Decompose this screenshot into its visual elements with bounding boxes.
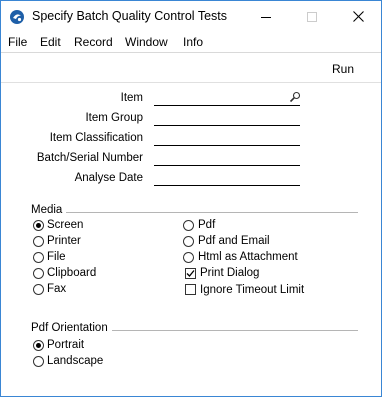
search-icon[interactable] bbox=[289, 91, 301, 103]
dialog-window: Specify Batch Quality Control Tests File… bbox=[0, 0, 382, 397]
checkbox-print-dialog-label[interactable]: Print Dialog bbox=[200, 267, 259, 279]
minimize-icon bbox=[261, 16, 271, 18]
checkmark-icon bbox=[186, 270, 195, 277]
radio-clipboard[interactable] bbox=[33, 268, 44, 279]
menu-info[interactable]: Info bbox=[183, 35, 203, 49]
radio-html-as-attachment[interactable] bbox=[183, 252, 194, 263]
toolbar-divider bbox=[1, 82, 381, 83]
media-group-line bbox=[31, 212, 358, 213]
minimize-button[interactable] bbox=[243, 1, 289, 32]
radio-fax-label[interactable]: Fax bbox=[47, 283, 66, 295]
radio-fax[interactable] bbox=[33, 284, 44, 295]
menu-divider bbox=[1, 52, 381, 53]
media-group-title: Media bbox=[31, 204, 67, 216]
batch-serial-number-label: Batch/Serial Number bbox=[36, 152, 143, 164]
menu-bar: File Edit Record Window Info bbox=[1, 32, 381, 52]
radio-pdf-and-email-label[interactable]: Pdf and Email bbox=[198, 235, 270, 247]
radio-printer-label[interactable]: Printer bbox=[47, 235, 81, 247]
radio-pdf[interactable] bbox=[183, 220, 194, 231]
analyse-date-label: Analyse Date bbox=[74, 172, 143, 184]
radio-landscape[interactable] bbox=[33, 356, 44, 367]
radio-pdf-label[interactable]: Pdf bbox=[198, 219, 215, 231]
menu-record[interactable]: Record bbox=[74, 35, 113, 49]
menu-window[interactable]: Window bbox=[125, 35, 168, 49]
radio-pdf-and-email[interactable] bbox=[183, 236, 194, 247]
item-group-input[interactable] bbox=[154, 110, 300, 126]
maximize-button[interactable] bbox=[289, 1, 335, 32]
window-title: Specify Batch Quality Control Tests bbox=[32, 9, 227, 23]
radio-screen[interactable] bbox=[33, 220, 44, 231]
radio-printer[interactable] bbox=[33, 236, 44, 247]
item-input[interactable] bbox=[154, 90, 288, 106]
item-classification-input[interactable] bbox=[154, 130, 300, 146]
checkbox-ignore-timeout-limit-label[interactable]: Ignore Timeout Limit bbox=[200, 284, 304, 296]
close-button[interactable] bbox=[335, 1, 381, 32]
radio-portrait-label[interactable]: Portrait bbox=[47, 339, 84, 351]
menu-edit[interactable]: Edit bbox=[40, 35, 61, 49]
radio-landscape-label[interactable]: Landscape bbox=[47, 355, 103, 367]
pdf-orientation-group-title: Pdf Orientation bbox=[31, 322, 112, 334]
batch-serial-number-input[interactable] bbox=[154, 150, 300, 166]
close-icon bbox=[352, 11, 364, 22]
item-classification-label: Item Classification bbox=[49, 132, 143, 144]
radio-file[interactable] bbox=[33, 252, 44, 263]
analyse-date-input[interactable] bbox=[154, 170, 300, 186]
radio-screen-label[interactable]: Screen bbox=[47, 219, 83, 231]
radio-portrait[interactable] bbox=[33, 340, 44, 351]
item-group-label: Item Group bbox=[85, 112, 143, 124]
maximize-icon bbox=[307, 11, 317, 22]
item-label: Item bbox=[120, 92, 143, 104]
checkbox-ignore-timeout-limit[interactable] bbox=[185, 284, 196, 295]
title-bar[interactable]: Specify Batch Quality Control Tests bbox=[1, 1, 381, 32]
app-icon bbox=[10, 10, 24, 24]
item-input-underline bbox=[154, 105, 300, 106]
radio-file-label[interactable]: File bbox=[47, 251, 66, 263]
radio-html-as-attachment-label[interactable]: Html as Attachment bbox=[198, 251, 298, 263]
run-button[interactable]: Run bbox=[323, 60, 363, 78]
menu-file[interactable]: File bbox=[8, 35, 27, 49]
radio-clipboard-label[interactable]: Clipboard bbox=[47, 267, 96, 279]
checkbox-print-dialog[interactable] bbox=[185, 268, 196, 279]
